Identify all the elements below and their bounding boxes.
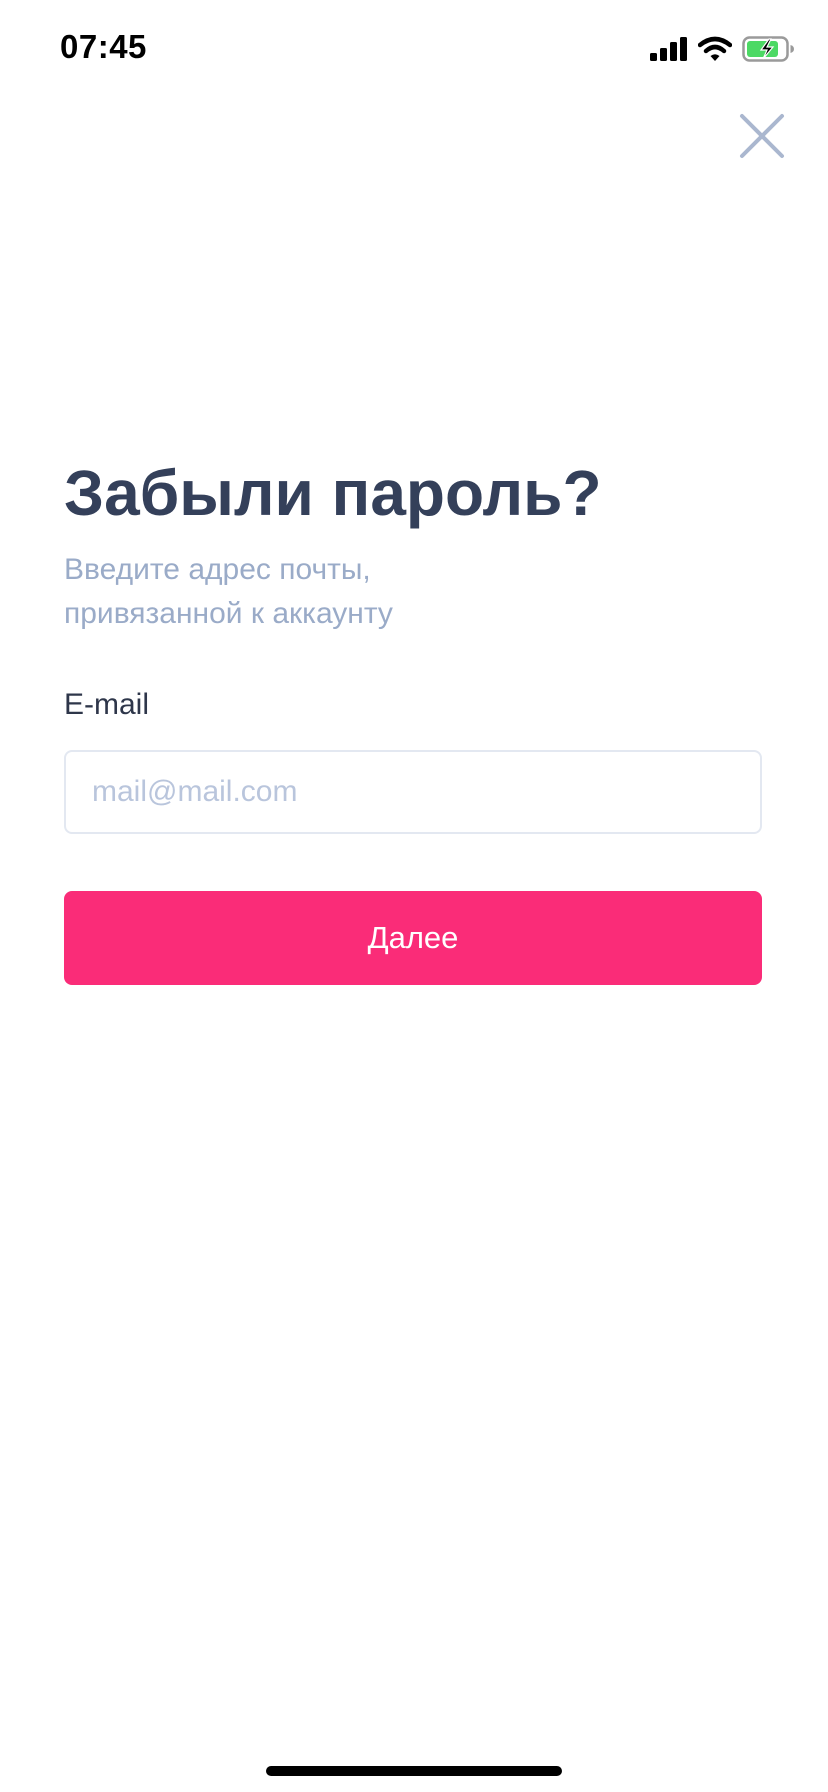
wifi-icon	[698, 36, 732, 62]
page-title: Забыли пароль?	[64, 457, 602, 529]
subtitle-line-1: Введите адрес почты,	[64, 553, 371, 586]
next-button[interactable]: Далее	[64, 891, 762, 985]
close-icon	[738, 112, 786, 160]
page-subtitle: Введите адрес почты, привязанной к аккау…	[64, 548, 664, 636]
email-label: E-mail	[64, 688, 150, 721]
cellular-signal-icon	[650, 37, 688, 61]
status-icons	[650, 36, 796, 62]
battery-charging-icon	[742, 36, 796, 62]
home-indicator	[266, 1766, 562, 1776]
subtitle-line-2: привязанной к аккаунту	[64, 597, 393, 630]
close-button[interactable]	[738, 112, 786, 160]
forgot-password-screen: 07:45 Забыли пароль? Введите адрес почты…	[0, 0, 828, 1792]
status-time: 07:45	[60, 28, 147, 65]
email-input[interactable]	[64, 750, 762, 834]
status-bar: 07:45	[0, 0, 828, 100]
